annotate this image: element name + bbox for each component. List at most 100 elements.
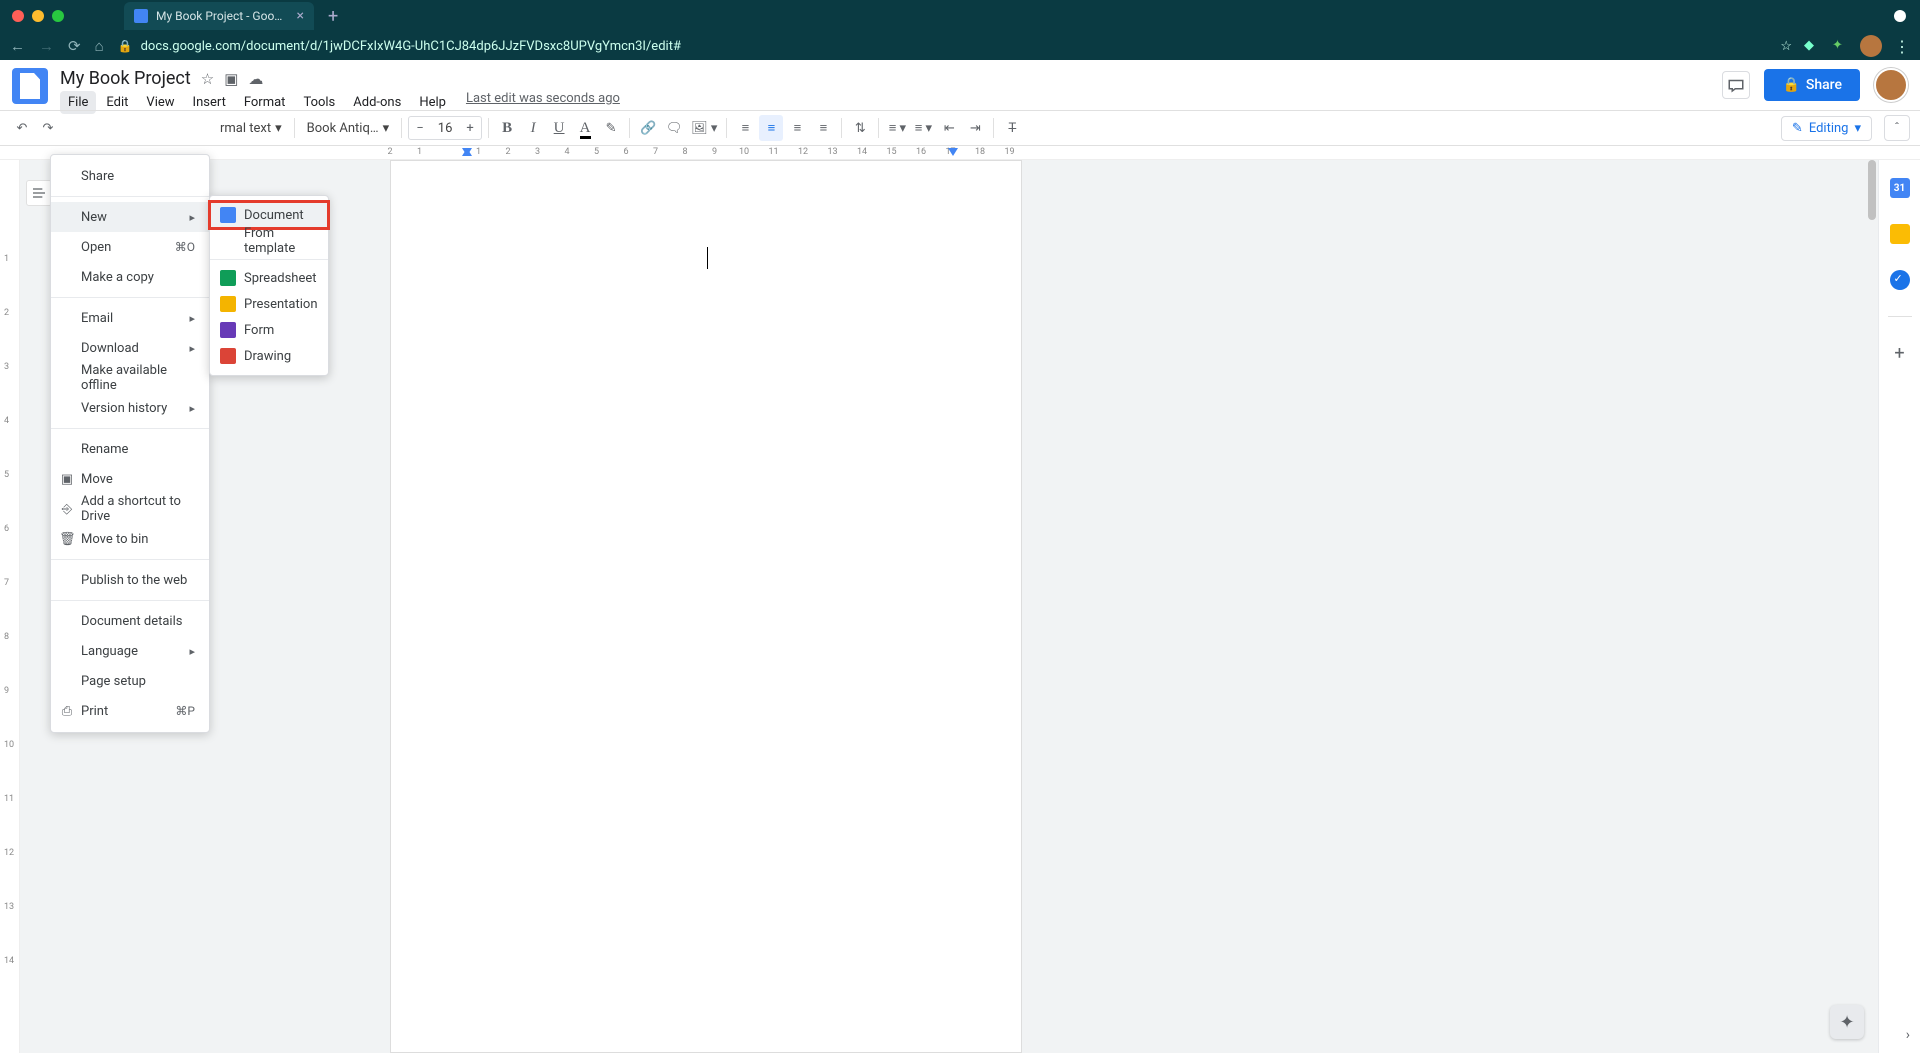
menu-item-publish[interactable]: Publish to the web	[51, 565, 209, 595]
menu-item-email[interactable]: Email▸	[51, 303, 209, 333]
slides-icon	[220, 296, 236, 312]
forms-icon	[220, 322, 236, 338]
window-maximize-icon[interactable]	[52, 10, 64, 22]
nav-home-button[interactable]: ⌂	[95, 37, 104, 55]
nav-back-button[interactable]: ←	[10, 37, 25, 55]
menu-label: Rename	[81, 442, 128, 457]
align-center-button[interactable]: ≡	[759, 115, 783, 141]
calendar-app-icon[interactable]: 31	[1890, 178, 1910, 198]
menu-item-add-shortcut[interactable]: ⎆Add a shortcut to Drive	[51, 494, 209, 524]
document-outline-button[interactable]	[26, 180, 52, 206]
font-size-increase[interactable]: +	[459, 117, 481, 139]
redo-button[interactable]: ↷	[36, 115, 60, 141]
nav-reload-button[interactable]: ⟳	[68, 37, 81, 55]
menu-item-share[interactable]: Share	[51, 161, 209, 191]
move-folder-icon[interactable]: ▣	[224, 70, 238, 88]
undo-button[interactable]: ↶	[10, 115, 34, 141]
hide-menus-button[interactable]: ˆ	[1884, 115, 1910, 141]
bookmark-icon[interactable]: ☆	[1780, 39, 1792, 54]
bulleted-list-button[interactable]: ≡ ▾	[911, 115, 935, 141]
browser-menu-button[interactable]: ⋮	[1894, 37, 1910, 56]
menu-item-move-to-bin[interactable]: 🗑Move to bin	[51, 524, 209, 554]
mode-selector[interactable]: ✎ Editing ▾	[1781, 116, 1872, 141]
insert-link-button[interactable]: 🔗	[636, 115, 660, 141]
browser-profile-avatar[interactable]	[1860, 35, 1882, 57]
explore-button[interactable]: ✦	[1830, 1005, 1864, 1039]
menu-item-version-history[interactable]: Version history▸	[51, 393, 209, 423]
align-right-button[interactable]: ≡	[785, 115, 809, 141]
font-size-value[interactable]: 16	[431, 121, 459, 136]
account-avatar[interactable]	[1874, 68, 1908, 102]
cloud-status-icon[interactable]: ☁	[248, 70, 263, 88]
italic-button[interactable]: I	[521, 115, 545, 141]
keep-app-icon[interactable]	[1890, 224, 1910, 244]
drawings-icon	[220, 348, 236, 364]
decrease-indent-button[interactable]: ⇤	[937, 115, 961, 141]
menu-label: Open	[81, 240, 111, 255]
vertical-ruler[interactable]: 1234567891011121314	[0, 160, 20, 1053]
menu-item-download[interactable]: Download▸	[51, 333, 209, 363]
window-close-icon[interactable]	[12, 10, 24, 22]
menu-item-print[interactable]: ⎙Print⌘P	[51, 696, 209, 726]
font-size-decrease[interactable]: −	[409, 117, 431, 139]
scrollbar-thumb[interactable]	[1868, 160, 1876, 220]
drive-shortcut-icon: ⎆	[59, 502, 75, 517]
menu-item-new[interactable]: New▸	[51, 202, 209, 232]
separator	[726, 118, 727, 138]
extensions-puzzle-icon[interactable]: ✦	[1832, 38, 1848, 54]
star-icon[interactable]: ☆	[201, 70, 214, 88]
lock-icon: 🔒	[118, 39, 133, 53]
line-spacing-button[interactable]: ⇅	[848, 115, 872, 141]
get-addons-button[interactable]: +	[1894, 343, 1904, 364]
browser-tab[interactable]: My Book Project - Google Doc ×	[124, 2, 314, 30]
left-margin-marker-icon[interactable]	[462, 148, 472, 156]
submenu-item-presentation[interactable]: Presentation	[210, 291, 328, 317]
menu-item-page-setup[interactable]: Page setup	[51, 666, 209, 696]
submenu-item-from-template[interactable]: From template	[210, 228, 328, 254]
extension-icon[interactable]: ◆	[1804, 38, 1820, 54]
tasks-app-icon[interactable]	[1890, 270, 1910, 290]
submenu-item-form[interactable]: Form	[210, 317, 328, 343]
address-bar[interactable]: 🔒 docs.google.com/document/d/1jwDCFxIxW4…	[118, 39, 1767, 54]
menu-item-offline[interactable]: Make available offline	[51, 363, 209, 393]
collapse-side-panel-button[interactable]: ›	[1906, 1027, 1910, 1043]
submenu-item-drawing[interactable]: Drawing	[210, 343, 328, 369]
document-title[interactable]: My Book Project	[60, 68, 191, 89]
menu-item-make-copy[interactable]: Make a copy	[51, 262, 209, 292]
menu-item-move[interactable]: ▣Move	[51, 464, 209, 494]
underline-button[interactable]: U	[547, 115, 571, 141]
bold-button[interactable]: B	[495, 115, 519, 141]
align-left-button[interactable]: ≡	[733, 115, 757, 141]
document-page[interactable]	[390, 160, 1022, 1053]
insert-image-button[interactable]: 🖼 ▾	[688, 115, 720, 141]
tab-close-icon[interactable]: ×	[297, 8, 304, 24]
window-minimize-icon[interactable]	[32, 10, 44, 22]
side-separator	[1888, 316, 1912, 317]
submenu-item-document[interactable]: Document	[210, 202, 328, 228]
browser-toolbar: ← → ⟳ ⌂ 🔒 docs.google.com/document/d/1jw…	[0, 32, 1920, 60]
insert-comment-button[interactable]: 🗨	[662, 115, 686, 141]
tab-title: My Book Project - Google Doc	[156, 9, 289, 23]
menu-item-rename[interactable]: Rename	[51, 434, 209, 464]
docs-home-icon[interactable]	[12, 68, 48, 104]
share-button[interactable]: 🔒 Share	[1764, 69, 1860, 101]
align-justify-button[interactable]: ≡	[811, 115, 835, 141]
paragraph-style-select[interactable]: rmal text ▾	[214, 115, 288, 141]
submenu-item-spreadsheet[interactable]: Spreadsheet	[210, 265, 328, 291]
folder-move-icon: ▣	[59, 472, 75, 487]
highlight-button[interactable]: ✎	[599, 115, 623, 141]
menu-item-open[interactable]: Open⌘O	[51, 232, 209, 262]
text-color-button[interactable]: A	[573, 115, 597, 141]
new-tab-button[interactable]: +	[328, 6, 338, 27]
horizontal-ruler[interactable]: 2112345678910111213141516171819	[0, 146, 1920, 160]
font-family-select[interactable]: Book Antiq… ▾	[301, 115, 395, 141]
menu-item-details[interactable]: Document details	[51, 606, 209, 636]
comments-button[interactable]	[1722, 71, 1750, 99]
increase-indent-button[interactable]: ⇥	[963, 115, 987, 141]
numbered-list-button[interactable]: ≡ ▾	[885, 115, 909, 141]
profile-indicator-icon[interactable]	[1894, 10, 1906, 22]
clear-formatting-button[interactable]: T	[1000, 115, 1024, 141]
right-margin-marker-icon[interactable]	[948, 148, 958, 156]
menu-label: Move to bin	[81, 532, 148, 547]
menu-item-language[interactable]: Language▸	[51, 636, 209, 666]
